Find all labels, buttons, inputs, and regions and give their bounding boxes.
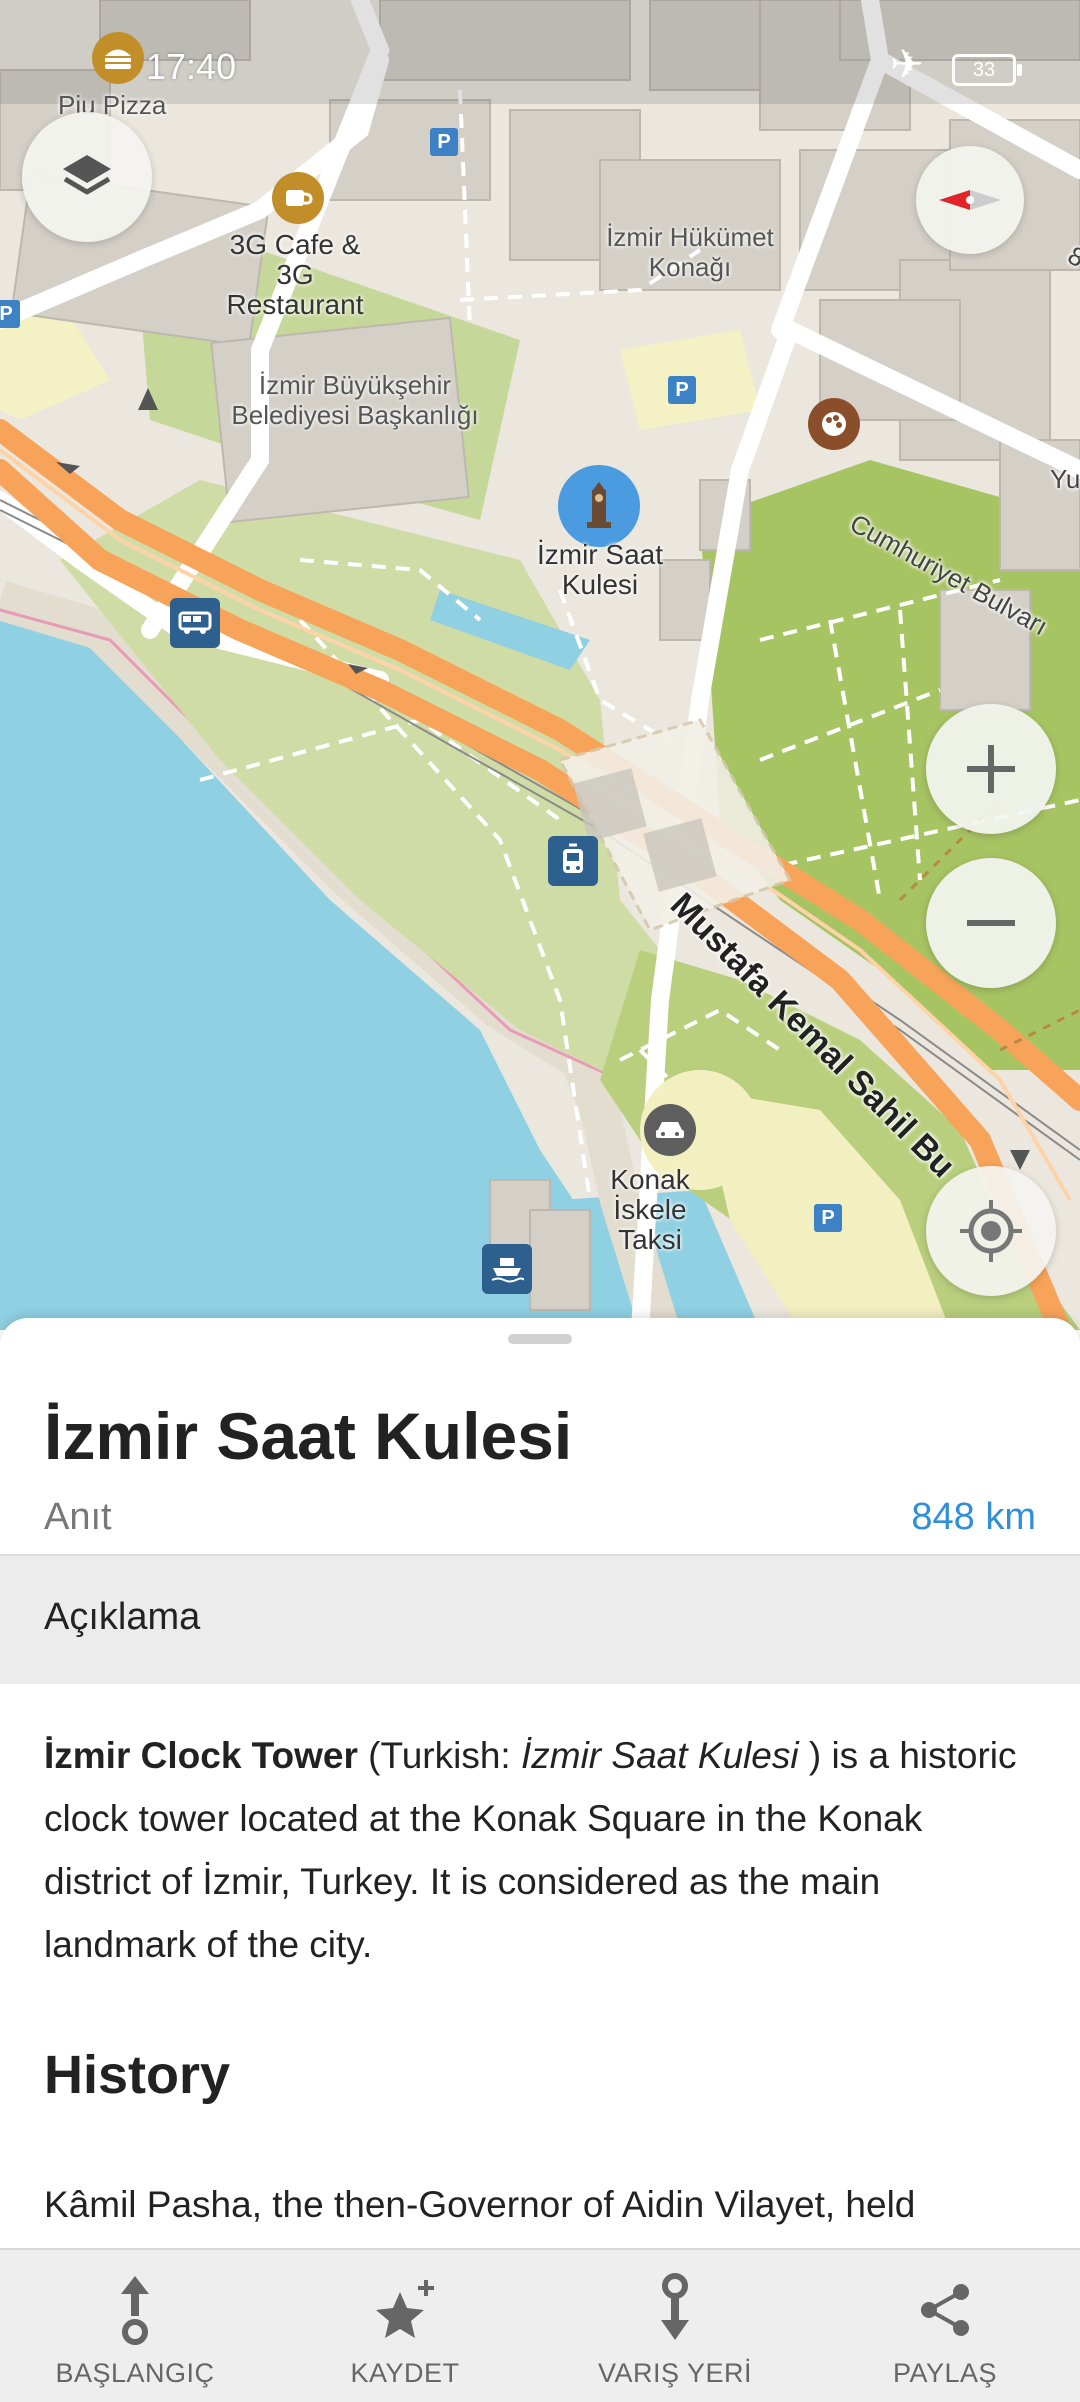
destination-button[interactable]: VARIŞ YERİ <box>540 2250 810 2402</box>
history-heading: History <box>44 2045 231 2105</box>
sheet-drag-handle[interactable] <box>508 1334 572 1344</box>
zoom-in-icon <box>967 745 1015 793</box>
zoom-in-button[interactable] <box>926 704 1056 834</box>
history-text: Kâmil Pasha, the then-Governor of Aidin … <box>44 2184 916 2225</box>
destination-label: VARIŞ YERİ <box>597 2358 753 2388</box>
clock-tower-icon[interactable] <box>558 465 640 547</box>
place-distance: 848 km <box>911 1496 1036 1538</box>
ferry-icon[interactable] <box>482 1244 532 1294</box>
my-location-button[interactable] <box>926 1166 1056 1296</box>
description-header-label: Açıklama <box>44 1596 201 1638</box>
parking-icon: P <box>0 300 20 328</box>
parking-icon: P <box>814 1204 842 1232</box>
map-label-hukumet: İzmir Hükümet Konağı <box>606 222 774 282</box>
place-details-sheet[interactable]: İzmir Saat Kulesi Anıt 848 km Açıklama İ… <box>0 1318 1080 2400</box>
palette-icon[interactable] <box>808 398 860 450</box>
start-label: BAŞLANGIÇ <box>55 2358 215 2388</box>
coffee-icon[interactable] <box>272 172 324 224</box>
burger-icon[interactable] <box>92 32 144 84</box>
description-bold: İzmir Clock Tower <box>44 1735 358 1776</box>
share-button[interactable]: PAYLAŞ <box>810 2250 1080 2402</box>
map-label-saat-kulesi: İzmir Saat Kulesi <box>536 539 664 600</box>
destination-icon <box>661 2273 689 2340</box>
layers-icon <box>63 155 111 195</box>
zoom-out-button[interactable] <box>926 858 1056 988</box>
place-type: Anıt <box>44 1496 112 1538</box>
place-title: İzmir Saat Kulesi <box>44 1399 573 1473</box>
description-part1: (Turkish: <box>357 1735 521 1776</box>
my-location-icon <box>960 1200 1022 1262</box>
taxi-icon[interactable] <box>644 1104 696 1156</box>
description-italic: İzmir Saat Kulesi <box>520 1735 799 1776</box>
compass-button[interactable] <box>916 146 1024 254</box>
map-label-cafe: 3G Cafe & 3G Restaurant <box>226 229 364 320</box>
bottom-action-bar: BAŞLANGIÇ KAYDET VARIŞ YERİ PAYLAŞ <box>0 2248 1080 2402</box>
street-label-edge-yu: Yu <box>1050 464 1080 494</box>
share-label: PAYLAŞ <box>892 2358 998 2388</box>
map-label-belediye: İzmir Büyükşehir Belediyesi Başkanlığı <box>231 370 479 430</box>
battery-indicator: 33 <box>952 54 1022 86</box>
map-label-konak-iskele: Konak İskele Taksi <box>610 1164 690 1255</box>
description-section-header: Açıklama <box>0 1554 1080 1684</box>
save-button[interactable]: KAYDET <box>270 2250 540 2402</box>
save-label: KAYDET <box>350 2358 460 2388</box>
layers-button[interactable] <box>22 112 152 242</box>
start-button[interactable]: BAŞLANGIÇ <box>0 2250 270 2402</box>
map-view[interactable]: 17:40 ✈ 33 P P P P Piu Pizza 3G Cafe & 3… <box>0 0 1080 1330</box>
compass-icon <box>939 190 1001 210</box>
bus-icon[interactable] <box>170 598 220 648</box>
tram-icon[interactable] <box>548 836 598 886</box>
share-icon <box>921 2284 969 2336</box>
description-text: İzmir Clock Tower (Turkish: İzmir Saat K… <box>44 1724 1034 1976</box>
start-point-icon <box>121 2276 149 2345</box>
parking-icon: P <box>668 376 696 404</box>
status-bar: 17:40 ✈ 33 <box>0 0 1080 104</box>
airplane-mode-icon: ✈ <box>890 43 924 87</box>
status-time: 17:40 <box>146 46 237 87</box>
parking-icon: P <box>430 128 458 156</box>
star-plus-icon <box>376 2280 434 2338</box>
zoom-out-icon <box>967 920 1015 926</box>
